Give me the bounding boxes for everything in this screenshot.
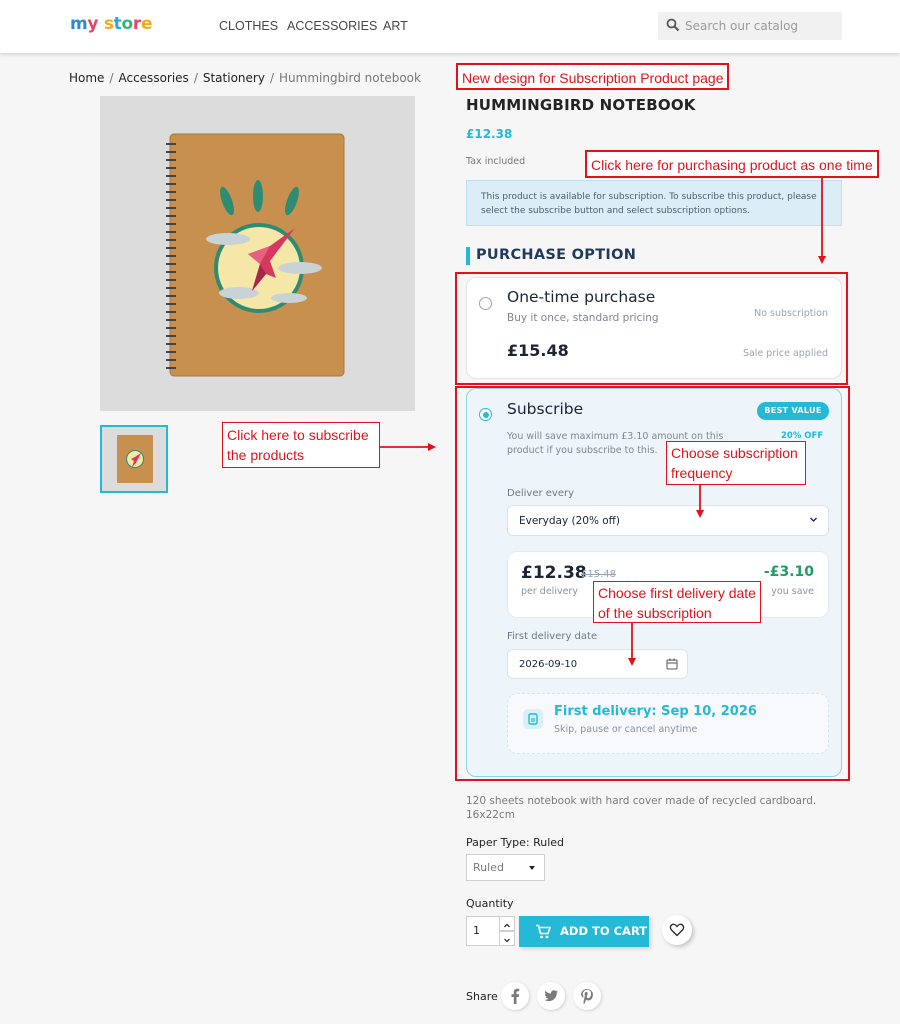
annotation-arrows [380,178,826,666]
